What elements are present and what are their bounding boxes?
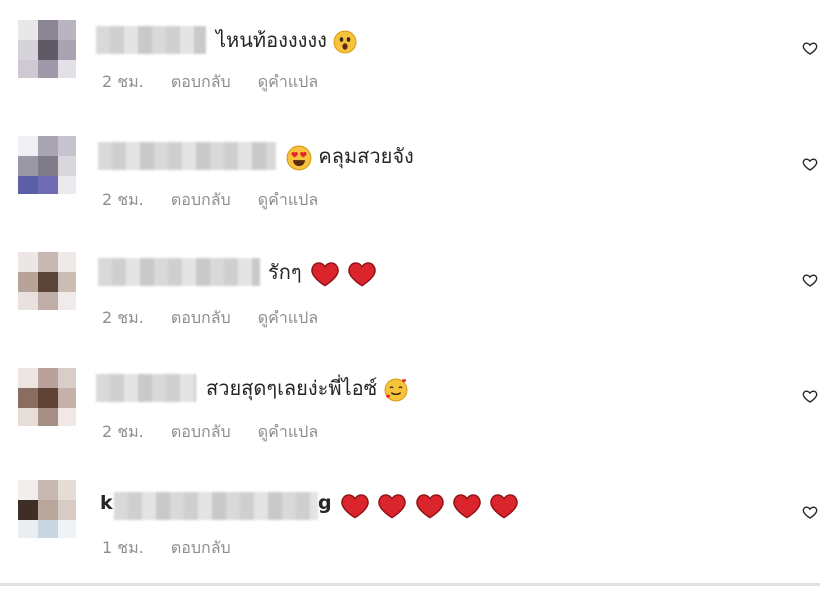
timestamp: 2 ชม. bbox=[102, 422, 144, 441]
username-blurred[interactable] bbox=[98, 142, 276, 170]
comment-item: สวยสุดๆเลยง่ะพี่ไอซ์ 2 ชม. ตอบกลับ ดูคำแ… bbox=[0, 360, 820, 478]
comment-text bbox=[338, 490, 519, 519]
reply-button[interactable]: ตอบกลับ bbox=[171, 538, 231, 557]
avatar[interactable] bbox=[18, 20, 76, 78]
comment-item: รักๆ 2 ชม. ตอบกลับ ดูคำแปล bbox=[0, 244, 820, 362]
comment-text: รักๆ bbox=[268, 258, 377, 287]
timestamp: 2 ชม. bbox=[102, 190, 144, 209]
red-heart-icon bbox=[341, 493, 369, 518]
red-heart-icon bbox=[378, 493, 407, 518]
avatar[interactable] bbox=[18, 368, 76, 426]
comment-item: k g 1 ชม. ตอบกลับ bbox=[0, 476, 820, 594]
heart-eyes-face-icon bbox=[286, 145, 312, 170]
see-translation-button[interactable]: ดูคำแปล bbox=[258, 422, 318, 441]
red-heart-icon bbox=[453, 493, 481, 518]
username-end[interactable]: g bbox=[318, 492, 332, 514]
comment-body: ไหนท้องงงงง bbox=[216, 28, 327, 52]
comment-item: คลุมสวยจัง 2 ชม. ตอบกลับ ดูคำแปล bbox=[0, 128, 820, 246]
comment-body: สวยสุดๆเลยง่ะพี่ไอซ์ bbox=[206, 376, 378, 400]
like-heart-icon[interactable] bbox=[802, 40, 818, 56]
timestamp: 2 ชม. bbox=[102, 308, 144, 327]
reply-button[interactable]: ตอบกลับ bbox=[171, 190, 231, 209]
like-heart-icon[interactable] bbox=[802, 388, 818, 404]
username-start[interactable]: k bbox=[100, 492, 113, 514]
comment-meta: 2 ชม. ตอบกลับ ดูคำแปล bbox=[102, 306, 340, 331]
red-heart-icon bbox=[415, 493, 444, 518]
comment-body: รักๆ bbox=[268, 260, 302, 284]
see-translation-button[interactable]: ดูคำแปล bbox=[258, 308, 318, 327]
avatar[interactable] bbox=[18, 252, 76, 310]
username-blurred[interactable] bbox=[114, 492, 318, 520]
comment-meta: 1 ชม. ตอบกลับ bbox=[102, 536, 253, 561]
username-blurred[interactable] bbox=[96, 26, 206, 54]
red-heart-icon bbox=[348, 261, 377, 286]
avatar[interactable] bbox=[18, 480, 76, 538]
like-heart-icon[interactable] bbox=[802, 156, 818, 172]
comment-item: ไหนท้องงงงง 2 ชม. ตอบกลับ ดูคำแปล bbox=[0, 12, 820, 130]
see-translation-button[interactable]: ดูคำแปล bbox=[258, 190, 318, 209]
reply-button[interactable]: ตอบกลับ bbox=[171, 422, 231, 441]
divider bbox=[0, 583, 820, 586]
comment-text: คลุมสวยจัง bbox=[286, 142, 414, 171]
timestamp: 2 ชม. bbox=[102, 72, 144, 91]
red-heart-icon bbox=[311, 261, 339, 286]
like-heart-icon[interactable] bbox=[802, 504, 818, 520]
red-heart-icon bbox=[490, 493, 519, 518]
comment-text: ไหนท้องงงงง bbox=[216, 26, 357, 54]
timestamp: 1 ชม. bbox=[102, 538, 144, 557]
astonished-face-icon bbox=[333, 30, 357, 53]
comment-body: คลุมสวยจัง bbox=[318, 144, 414, 168]
like-heart-icon[interactable] bbox=[802, 272, 818, 288]
comment-meta: 2 ชม. ตอบกลับ ดูคำแปล bbox=[102, 420, 340, 445]
comment-meta: 2 ชม. ตอบกลับ ดูคำแปล bbox=[102, 70, 340, 95]
reply-button[interactable]: ตอบกลับ bbox=[171, 72, 231, 91]
username-blurred[interactable] bbox=[98, 258, 260, 286]
avatar[interactable] bbox=[18, 136, 76, 194]
comment-text: สวยสุดๆเลยง่ะพี่ไอซ์ bbox=[206, 374, 408, 402]
username-blurred[interactable] bbox=[96, 374, 196, 402]
see-translation-button[interactable]: ดูคำแปล bbox=[258, 72, 318, 91]
reply-button[interactable]: ตอบกลับ bbox=[171, 308, 231, 327]
smiling-face-with-hearts-icon bbox=[384, 378, 408, 401]
comment-meta: 2 ชม. ตอบกลับ ดูคำแปล bbox=[102, 188, 340, 213]
